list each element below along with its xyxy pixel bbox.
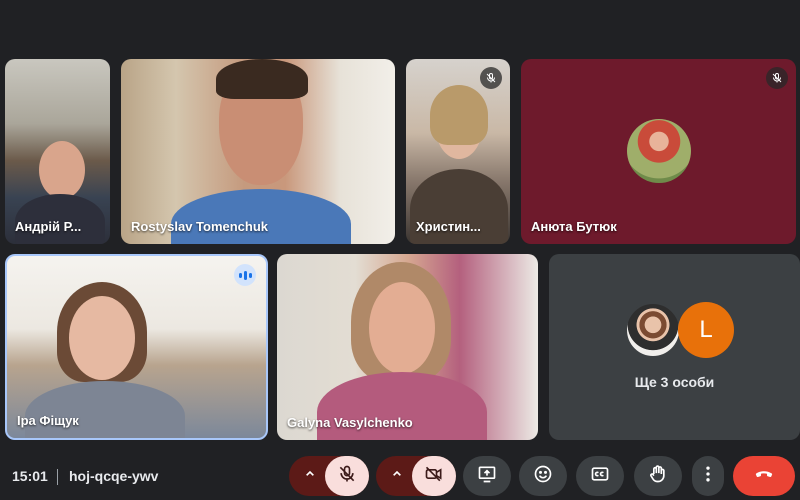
- participant-tile-rostyslav[interactable]: Rostyslav Tomenchuk: [121, 59, 395, 244]
- raise-hand-button[interactable]: [634, 456, 682, 496]
- muted-icon: [766, 67, 788, 89]
- participant-video: [39, 141, 85, 199]
- leave-call-button[interactable]: [733, 456, 795, 496]
- participant-name: Христин...: [416, 219, 481, 234]
- camera-options-button[interactable]: [380, 456, 414, 496]
- muted-icon: [480, 67, 502, 89]
- microphone-button[interactable]: [325, 456, 369, 496]
- clock: 15:01: [12, 468, 48, 484]
- speaking-indicator-icon: [234, 264, 256, 286]
- participant-name: Іра Фіщук: [17, 413, 79, 428]
- others-label: Ще 3 особи: [634, 374, 715, 390]
- participant-tile-aniuta[interactable]: Анюта Бутюк: [521, 59, 796, 244]
- more-vert-icon: [698, 464, 718, 489]
- present-button[interactable]: [463, 456, 511, 496]
- participant-tile-ira[interactable]: Іра Фіщук: [5, 254, 268, 440]
- captions-icon: [590, 464, 610, 489]
- reactions-button[interactable]: [519, 456, 567, 496]
- participant-tile-khrystyna[interactable]: Христин...: [406, 59, 510, 244]
- present-screen-icon: [477, 464, 497, 489]
- participant-tile-andrii[interactable]: Андрій Р...: [5, 59, 110, 244]
- participant-name: Анюта Бутюк: [531, 219, 617, 234]
- participant-tile-galyna[interactable]: Galyna Vasylchenko: [277, 254, 538, 440]
- divider: [57, 469, 58, 485]
- camera-off-icon: [424, 464, 444, 489]
- avatar: [627, 119, 691, 183]
- camera-button[interactable]: [412, 456, 456, 496]
- captions-button[interactable]: [576, 456, 624, 496]
- chevron-up-icon: [302, 466, 318, 487]
- others-tile[interactable]: L Ще 3 особи: [549, 254, 800, 440]
- end-call-icon: [753, 463, 775, 490]
- participant-name: Rostyslav Tomenchuk: [131, 219, 269, 234]
- more-options-button[interactable]: [692, 456, 724, 496]
- mic-options-button[interactable]: [293, 456, 327, 496]
- participant-video: [69, 296, 135, 380]
- avatar-letter: L: [678, 302, 734, 358]
- participant-video: [369, 282, 435, 374]
- participant-name: Galyna Vasylchenko: [287, 415, 413, 430]
- emoji-icon: [533, 464, 553, 489]
- meeting-code: hoj-qcqe-ywv: [69, 468, 159, 484]
- mic-off-icon: [337, 464, 357, 489]
- others-avatars: L: [625, 302, 734, 358]
- participant-name: Андрій Р...: [15, 219, 82, 234]
- avatar: [625, 302, 681, 358]
- control-bar: 15:01 hoj-qcqe-ywv: [0, 452, 800, 500]
- chevron-up-icon: [389, 466, 405, 487]
- hand-icon: [648, 464, 668, 489]
